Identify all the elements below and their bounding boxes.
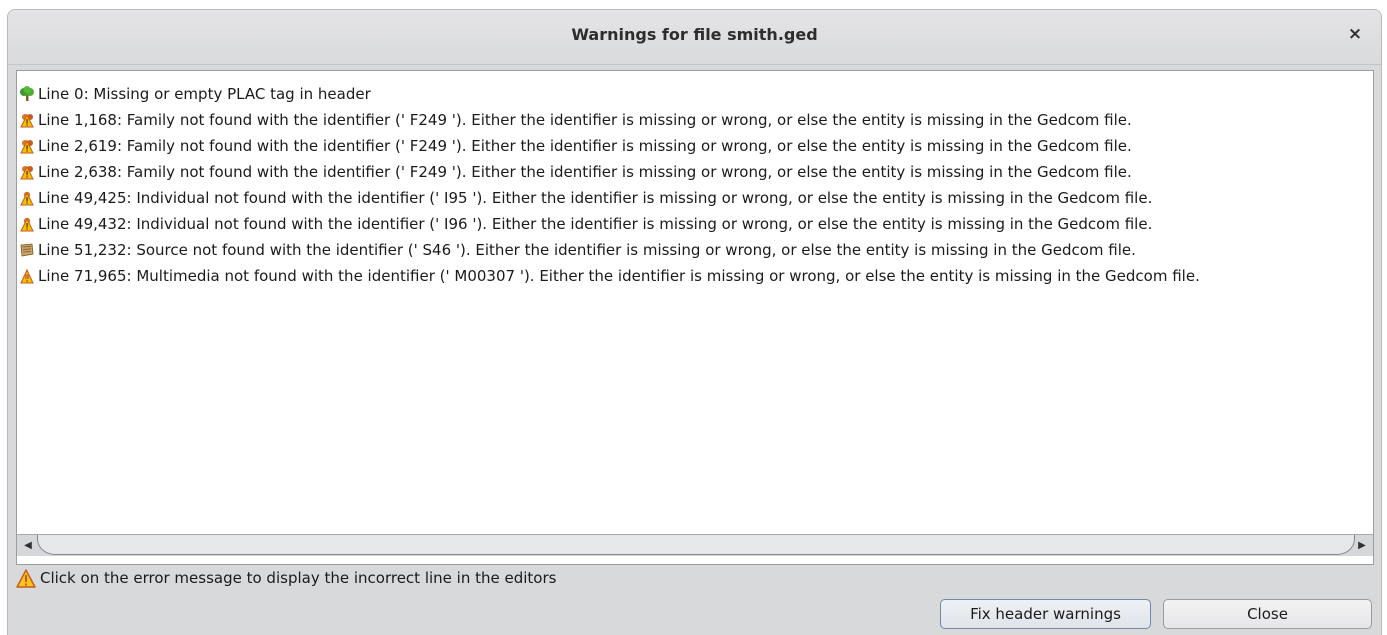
warning-text: Line 49,432: Individual not found with t… <box>38 215 1153 233</box>
hint-message: Click on the error message to display th… <box>16 566 556 590</box>
hint-text: Click on the error message to display th… <box>40 569 557 587</box>
warning-row[interactable]: Line 2,638: Family not found with the id… <box>19 159 1132 185</box>
warning-row[interactable]: Line 2,619: Family not found with the id… <box>19 133 1132 159</box>
source-icon <box>19 242 35 258</box>
warnings-list[interactable]: Line 0: Missing or empty PLAC tag in hea… <box>17 71 1373 534</box>
family-warning-icon <box>19 164 35 180</box>
warnings-dialog: Warnings for file smith.ged × Line 0: Mi… <box>7 9 1382 635</box>
individual-warning-icon <box>19 216 35 232</box>
warning-text: Line 0: Missing or empty PLAC tag in hea… <box>38 85 371 103</box>
individual-warning-icon <box>19 190 35 206</box>
warnings-list-panel: Line 0: Missing or empty PLAC tag in hea… <box>16 70 1374 565</box>
tree-icon <box>19 86 35 102</box>
family-warning-icon <box>19 138 35 154</box>
warning-text: Line 2,619: Family not found with the id… <box>38 137 1132 155</box>
warning-row[interactable]: Line 1,168: Family not found with the id… <box>19 107 1132 133</box>
scroll-right-arrow-icon[interactable]: ▶ <box>1353 537 1371 554</box>
close-button[interactable]: Close <box>1163 599 1372 629</box>
scroll-left-arrow-icon[interactable]: ◀ <box>19 537 37 554</box>
warning-text: Line 71,965: Multimedia not found with t… <box>38 267 1200 285</box>
fix-header-warnings-button[interactable]: Fix header warnings <box>940 599 1151 629</box>
warning-text: Line 51,232: Source not found with the i… <box>38 241 1136 259</box>
warning-row[interactable]: Line 71,965: Multimedia not found with t… <box>19 263 1200 289</box>
warning-text: Line 2,638: Family not found with the id… <box>38 163 1132 181</box>
warning-row[interactable]: Line 49,432: Individual not found with t… <box>19 211 1152 237</box>
horizontal-scrollbar[interactable]: ◀ ▶ <box>17 534 1373 556</box>
warning-row[interactable]: Line 49,425: Individual not found with t… <box>19 185 1152 211</box>
scrollbar-thumb[interactable] <box>37 535 1355 555</box>
warning-row[interactable]: Line 51,232: Source not found with the i… <box>19 237 1136 263</box>
family-warning-icon <box>19 112 35 128</box>
close-icon[interactable]: × <box>1345 24 1365 46</box>
warning-row[interactable]: Line 0: Missing or empty PLAC tag in hea… <box>19 81 371 107</box>
title-bar[interactable]: Warnings for file smith.ged × <box>8 10 1381 65</box>
dialog-title: Warnings for file smith.ged <box>571 25 818 44</box>
multimedia-warning-icon <box>19 268 35 284</box>
warning-triangle-icon <box>16 568 36 588</box>
warning-text: Line 1,168: Family not found with the id… <box>38 111 1132 129</box>
warning-text: Line 49,425: Individual not found with t… <box>38 189 1153 207</box>
